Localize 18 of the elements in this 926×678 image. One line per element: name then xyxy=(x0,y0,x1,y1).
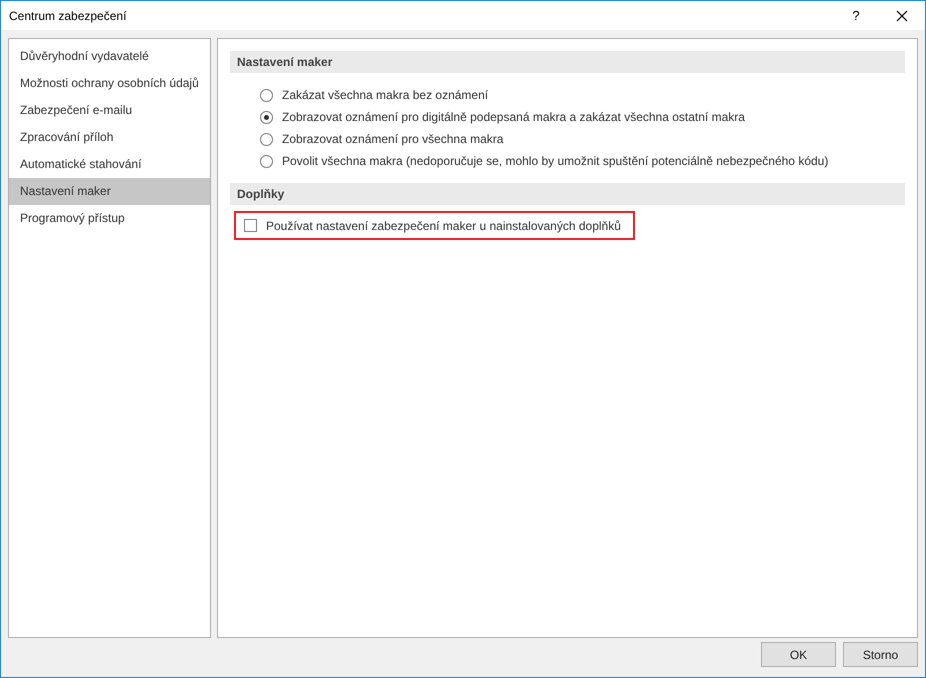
option-label[interactable]: Používat nastavení zabezpečení maker u nainstalovaných doplňků xyxy=(266,218,621,232)
dialog-button[interactable]: Storno xyxy=(843,642,918,667)
option-label[interactable]: Zobrazovat oznámení pro všechna makra xyxy=(282,132,504,146)
section-header: Doplňky xyxy=(230,183,905,205)
sidebar-item[interactable]: Možnosti ochrany osobních údajů xyxy=(9,70,210,97)
dialog-button[interactable]: OK xyxy=(761,642,836,667)
sidebar-item[interactable]: Programový přístup xyxy=(9,205,210,232)
sidebar-item[interactable]: Zpracování příloh xyxy=(9,124,210,151)
sidebar-item[interactable]: Nastavení maker xyxy=(9,178,210,205)
sidebar-item[interactable]: Zabezpečení e-mailu xyxy=(9,97,210,124)
section-header: Nastavení maker xyxy=(230,51,905,73)
window-title: Centrum zabezpečení xyxy=(9,8,126,22)
help-button[interactable]: ? xyxy=(833,1,879,30)
option-label[interactable]: Zobrazovat oznámení pro digitálně podepsaná makra a zakázat všechna ostatní makra xyxy=(282,110,745,124)
sidebar-item[interactable]: Důvěryhodní vydavatelé xyxy=(9,43,210,70)
option-label[interactable]: Zakázat všechna makra bez oznámení xyxy=(282,88,488,102)
sidebar-item[interactable]: Automatické stahování xyxy=(9,151,210,178)
option-label[interactable]: Povolit všechna makra (nedoporučuje se, mohlo by umožnit spuštění potenciálně nebezpečného kódu) xyxy=(282,154,828,168)
